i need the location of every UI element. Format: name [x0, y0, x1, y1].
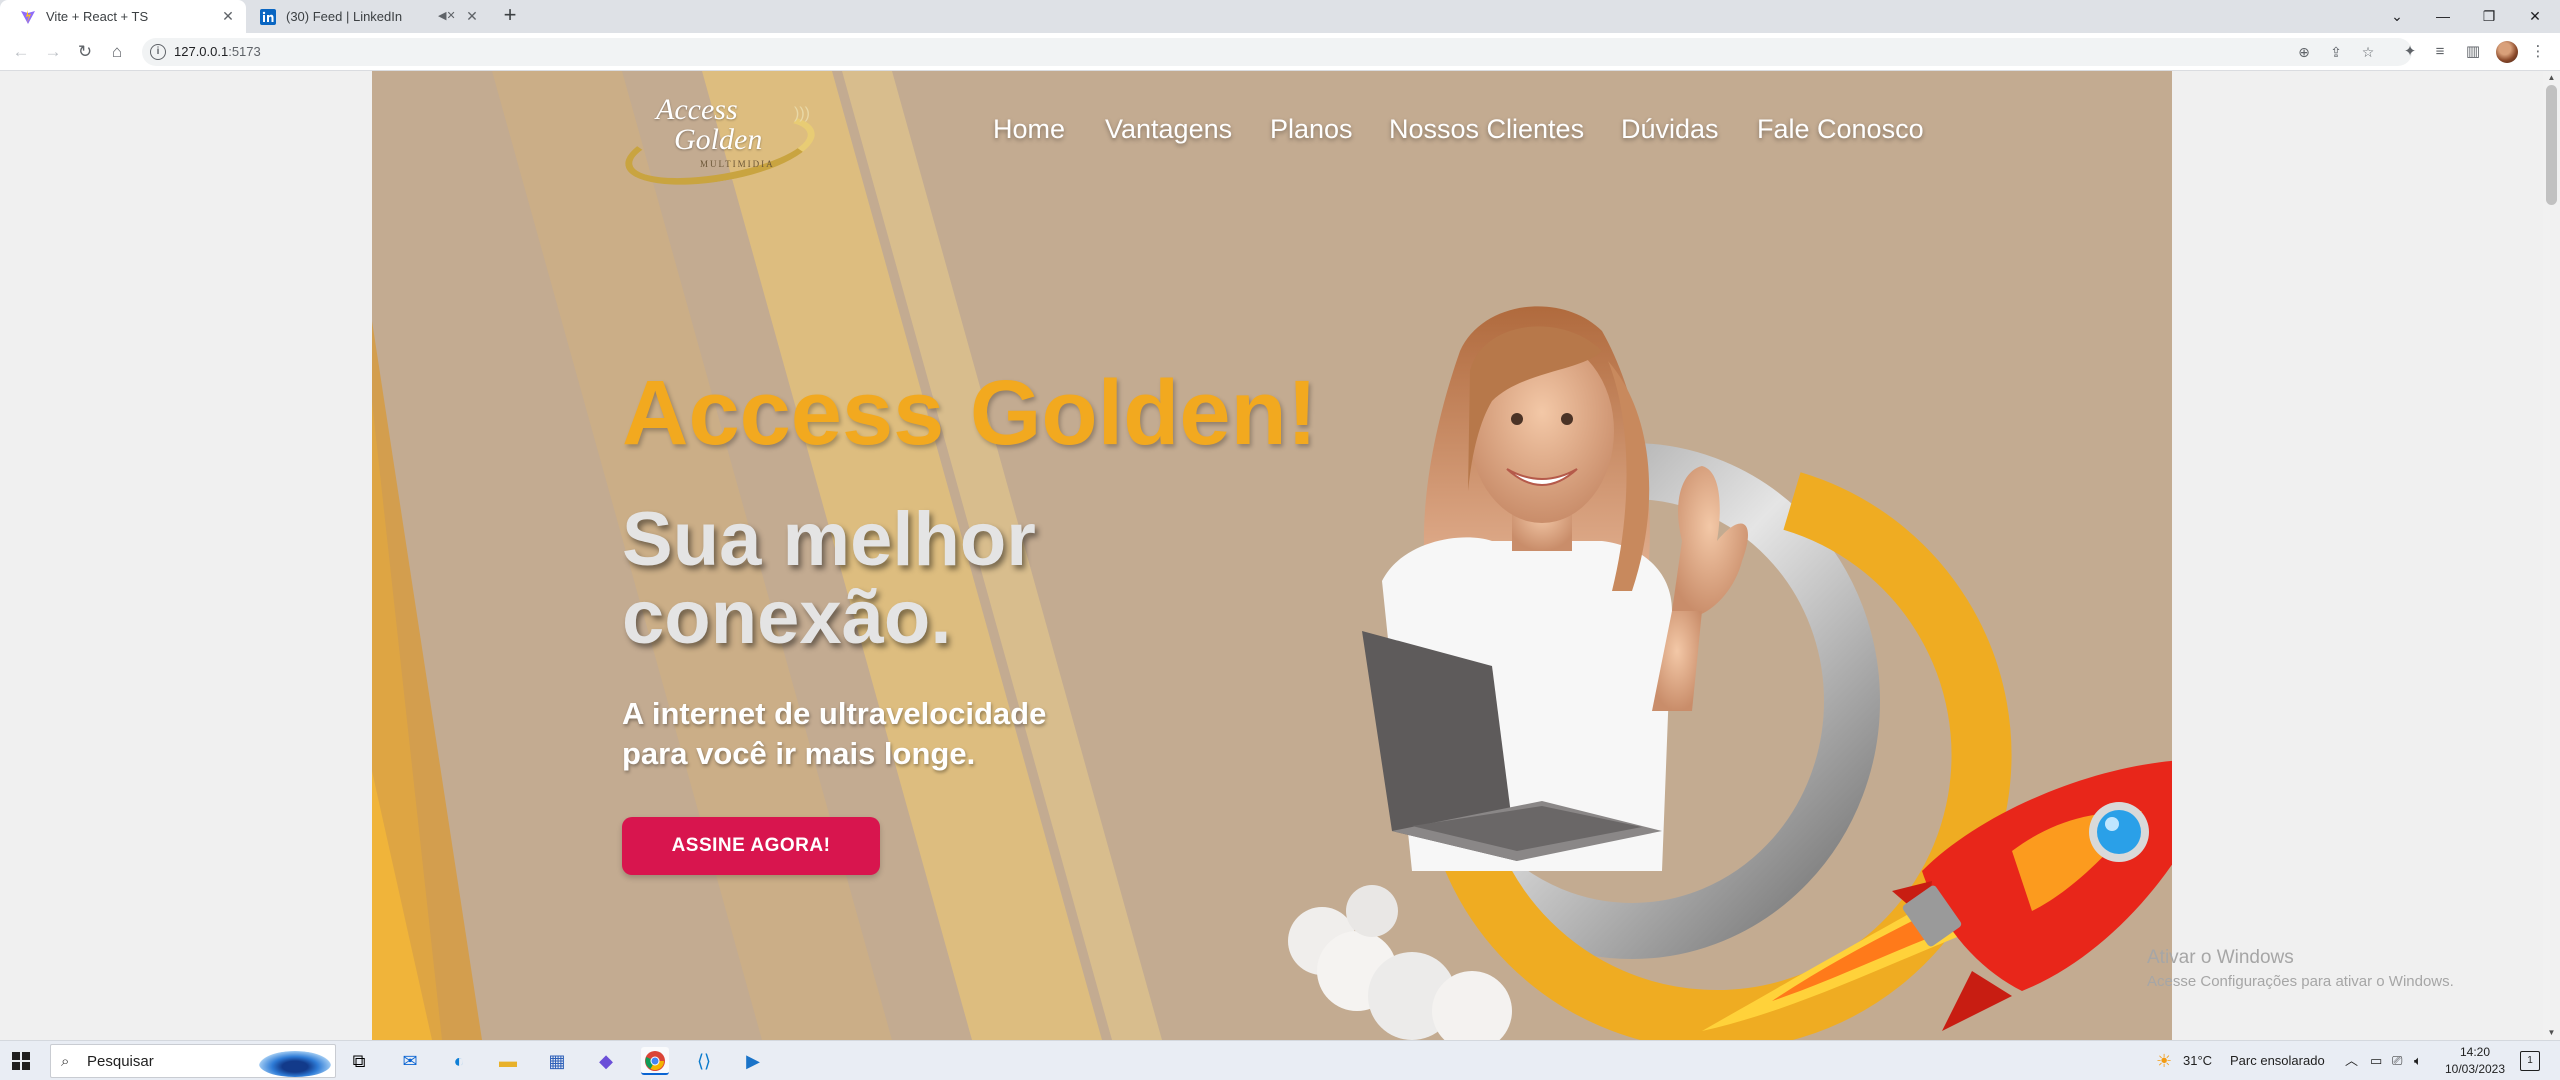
notification-center-icon[interactable]: 1 [2520, 1051, 2540, 1071]
menu-kebab-icon[interactable]: ⋮ [2528, 42, 2548, 62]
reload-icon[interactable]: ↻ [74, 41, 96, 63]
close-window-button[interactable]: ✕ [2512, 0, 2558, 33]
edge-icon[interactable]: ◐ [445, 1047, 473, 1075]
hero-subtitle-line1: Sua melhor [622, 497, 1036, 582]
close-tab-icon[interactable]: ✕ [464, 8, 480, 24]
search-placeholder: Pesquisar [87, 1053, 154, 1070]
store-icon[interactable]: ▦ [543, 1047, 571, 1075]
media-controls-icon[interactable]: ≡ [2430, 42, 2450, 62]
logo-text-line3: MULTIMIDIA [700, 159, 775, 169]
extensions-icon[interactable]: ✦ [2400, 42, 2420, 62]
copilot-app-icon[interactable]: ◆ [592, 1047, 620, 1075]
page-viewport: Access Golden MULTIMIDIA ))) Home Vantag… [0, 71, 2560, 1040]
tab-linkedin[interactable]: (30) Feed | LinkedIn ◀✕ ✕ [250, 0, 490, 33]
hero-subtitle: Sua melhor conexão. [622, 501, 1036, 657]
hero-description-line1: A internet de ultravelocidade [622, 696, 1047, 731]
new-tab-button[interactable]: + [498, 4, 522, 28]
network-icon[interactable]: ⎚ [2392, 1041, 2402, 1080]
activation-watermark-text: Acesse Configurações para ativar o Windo… [2147, 973, 2454, 990]
address-bar[interactable]: i 127.0.0.1:5173 ⊕ ⇪ ☆ [142, 38, 2412, 66]
scroll-up-icon[interactable]: ▲ [2543, 71, 2560, 85]
taskbar-search-box[interactable]: ⌕ Pesquisar [50, 1044, 336, 1078]
site-info-icon[interactable]: i [150, 44, 166, 60]
search-highlight-image [259, 1051, 331, 1077]
hero-description-line2: para você ir mais longe. [622, 736, 976, 771]
back-icon[interactable]: ← [10, 41, 32, 63]
access-golden-logo[interactable]: Access Golden MULTIMIDIA ))) [619, 81, 822, 201]
page-scrollbar[interactable]: ▲ ▼ [2543, 71, 2560, 1040]
close-tab-icon[interactable]: ✕ [220, 8, 236, 24]
nav-fale-conosco[interactable]: Fale Conosco [1757, 114, 1924, 145]
windows-start-icon[interactable] [12, 1052, 30, 1070]
tab-vite[interactable]: Vite + React + TS ✕ [0, 0, 246, 33]
profile-avatar[interactable] [2496, 41, 2518, 63]
hero-subtitle-line2: conexão. [622, 575, 952, 660]
weather-temperature[interactable]: 31°C [2183, 1041, 2212, 1080]
tray-overflow-icon[interactable]: ︿ [2345, 1041, 2358, 1080]
share-icon[interactable]: ⇪ [2328, 44, 2344, 60]
tab-title: Vite + React + TS [46, 9, 149, 24]
chrome-icon[interactable] [641, 1047, 669, 1075]
restore-button[interactable]: ❐ [2466, 0, 2512, 33]
task-view-icon[interactable]: ⧉ [345, 1047, 373, 1075]
forward-icon[interactable]: → [42, 41, 64, 63]
clock-time: 14:20 [2459, 1045, 2491, 1059]
weather-description[interactable]: Parc ensolarado [2230, 1041, 2325, 1080]
scrollbar-thumb[interactable] [2546, 85, 2557, 205]
mail-icon[interactable]: ✉ [396, 1047, 424, 1075]
clock-date: 10/03/2023 [2444, 1062, 2506, 1076]
nav-home[interactable]: Home [993, 114, 1065, 145]
zoom-icon[interactable]: ⊕ [2296, 44, 2312, 60]
media-app-icon[interactable]: ▶ [739, 1047, 767, 1075]
volume-icon[interactable]: 🔈︎ [2414, 1041, 2422, 1080]
tab-title: (30) Feed | LinkedIn [286, 9, 403, 24]
tab-search-icon[interactable]: ⌄ [2374, 0, 2420, 33]
activation-watermark-title: Ativar o Windows [2147, 947, 2294, 968]
hero-section: Access Golden MULTIMIDIA ))) Home Vantag… [372, 71, 2172, 1040]
vscode-icon[interactable]: ⟨⟩ [690, 1047, 718, 1075]
hero-title: Access Golden! [622, 362, 1318, 464]
scroll-down-icon[interactable]: ▼ [2543, 1026, 2560, 1040]
nav-planos[interactable]: Planos [1270, 114, 1353, 145]
logo-text-line2: Golden [674, 123, 763, 156]
signal-waves-icon: ))) [794, 105, 810, 122]
search-icon: ⌕ [61, 1053, 70, 1070]
device-icon[interactable]: ▭ [2370, 1041, 2382, 1080]
bookmark-star-icon[interactable]: ☆ [2360, 44, 2376, 60]
tab-strip: Vite + React + TS ✕ (30) Feed | LinkedIn… [0, 0, 2560, 33]
weather-icon[interactable]: ☀ [2156, 1041, 2172, 1080]
logo-text-line1: Access [656, 93, 738, 126]
muted-audio-icon[interactable]: ◀✕ [438, 8, 456, 24]
url-text[interactable]: 127.0.0.1:5173 [174, 44, 261, 59]
taskbar-clock[interactable]: 14:20 10/03/2023 [2440, 1044, 2510, 1078]
linkedin-icon [260, 8, 276, 25]
side-panel-icon[interactable]: ▥ [2463, 42, 2483, 62]
nav-duvidas[interactable]: Dúvidas [1621, 114, 1719, 145]
nav-nossos-clientes[interactable]: Nossos Clientes [1389, 114, 1584, 145]
windows-taskbar: ⌕ Pesquisar ⧉ ✉ ◐ ▬ ▦ ◆ ⟨⟩ ▶ ☀ 31°C Parc… [0, 1040, 2560, 1080]
subscribe-now-button[interactable]: ASSINE AGORA! [622, 817, 880, 875]
nav-vantagens[interactable]: Vantagens [1105, 114, 1232, 145]
browser-toolbar: ← → ↻ ⌂ i 127.0.0.1:5173 ⊕ ⇪ ☆ ✦ ≡ ▥ ⋮ [0, 33, 2560, 71]
hero-description: A internet de ultravelocidade para você … [622, 694, 1046, 774]
vite-icon [20, 9, 36, 25]
minimize-button[interactable]: — [2420, 0, 2466, 33]
home-icon[interactable]: ⌂ [106, 41, 128, 63]
file-explorer-icon[interactable]: ▬ [494, 1047, 522, 1075]
